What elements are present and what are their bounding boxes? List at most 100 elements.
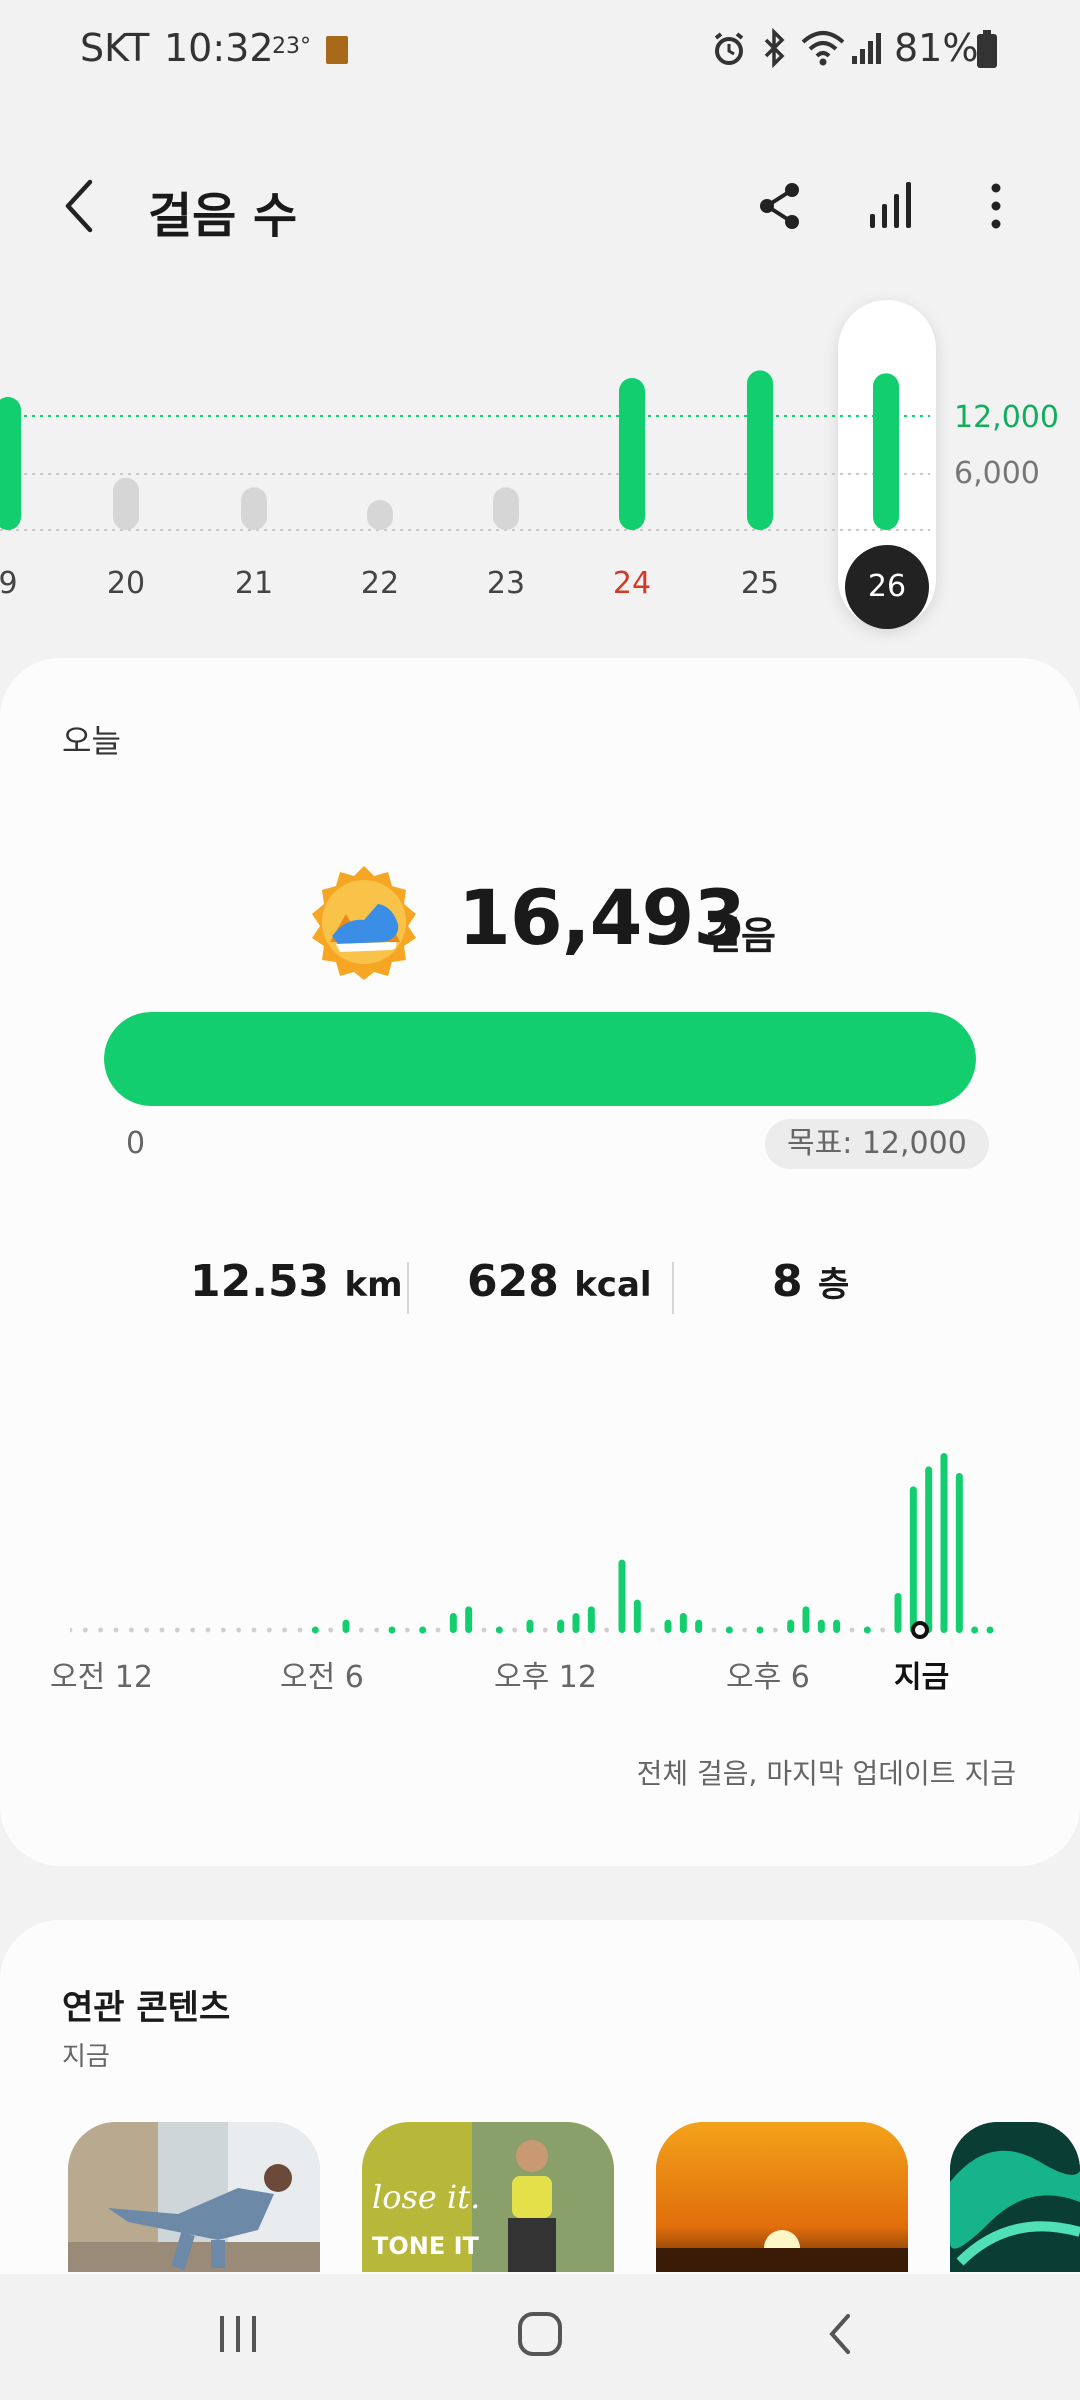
steps-progress-bar	[104, 1012, 976, 1106]
hourly-steps-chart	[70, 1453, 994, 1639]
last-updated-text: 전체 걸음, 마지막 업데이트 지금	[636, 1757, 1016, 1790]
day-label[interactable]: 23	[466, 566, 546, 601]
hour-empty-dot	[251, 1627, 257, 1633]
hour-steps-dot	[756, 1626, 764, 1634]
hour-steps-dot	[311, 1626, 319, 1634]
hour-steps-bar	[587, 1606, 595, 1633]
sunset-image	[656, 2122, 908, 2272]
hour-steps-dot	[725, 1626, 733, 1634]
temperature: 23°	[272, 34, 311, 59]
thumb-caption: lose it.	[372, 2178, 481, 2216]
distance-value: 12.53	[190, 1256, 330, 1307]
hour-empty-dot	[282, 1627, 288, 1633]
hour-steps-dot	[863, 1626, 871, 1634]
today-steps-unit: 걸음	[706, 914, 776, 958]
day-label-weekend[interactable]: 24	[592, 566, 672, 601]
hour-steps-bar	[802, 1606, 810, 1633]
hour-empty-dot	[481, 1627, 487, 1633]
hour-empty-dot	[266, 1627, 272, 1633]
floors-value: 8	[772, 1256, 803, 1307]
content-thumbnail[interactable]	[68, 2122, 320, 2272]
hour-empty-dot	[297, 1627, 303, 1633]
day-steps-bar[interactable]	[619, 378, 645, 530]
day-label[interactable]: 25	[720, 566, 800, 601]
hour-empty-dot	[190, 1627, 196, 1633]
day-label[interactable]: 9	[0, 566, 48, 601]
hour-steps-bar	[817, 1619, 825, 1633]
back-icon[interactable]	[60, 176, 100, 236]
related-content-time: 지금	[62, 2042, 110, 2072]
carrier: SKT	[80, 26, 150, 70]
content-thumbnail[interactable]: lose it. TONE IT	[362, 2122, 614, 2272]
hour-empty-dot	[70, 1627, 73, 1633]
hour-empty-dot	[880, 1627, 886, 1633]
floors-stat: 8 층	[772, 1256, 849, 1307]
trends-icon[interactable]	[868, 180, 916, 232]
hour-steps-bar	[925, 1466, 933, 1633]
content-thumbnail[interactable]	[656, 2122, 908, 2272]
hour-label: 오후 6	[726, 1660, 810, 1695]
day-steps-bar[interactable]	[873, 373, 899, 530]
hour-steps-dot	[986, 1626, 994, 1634]
hour-steps-bar	[342, 1619, 350, 1633]
day-steps-bar[interactable]	[367, 500, 393, 530]
battery-percent: 81%	[894, 26, 979, 70]
hour-empty-dot	[650, 1627, 656, 1633]
now-label: 지금	[894, 1660, 950, 1695]
day-steps-bar[interactable]	[747, 370, 773, 530]
hour-steps-bar	[955, 1473, 963, 1633]
hour-empty-dot	[849, 1627, 855, 1633]
day-label[interactable]: 22	[340, 566, 420, 601]
day-steps-bar[interactable]	[113, 477, 139, 530]
status-bar: SKT 10:32 23° 81%	[0, 0, 1080, 100]
home-icon[interactable]	[516, 2310, 564, 2358]
now-marker	[911, 1621, 929, 1639]
thumb-caption-2: TONE IT	[372, 2232, 479, 2260]
alarm-icon	[714, 32, 744, 65]
related-content-title: 연관 콘텐츠	[62, 1988, 231, 2028]
hour-empty-dot	[236, 1627, 242, 1633]
day-label[interactable]: 21	[214, 566, 294, 601]
distance-unit: km	[344, 1265, 403, 1305]
hour-steps-dot	[971, 1626, 979, 1634]
hour-steps-bar	[618, 1559, 626, 1633]
goal-line-label: 12,000	[954, 400, 1059, 435]
wifi-icon	[801, 31, 845, 66]
hour-empty-dot	[404, 1627, 410, 1633]
hour-empty-dot	[128, 1627, 134, 1633]
hour-empty-dot	[205, 1627, 211, 1633]
day-steps-bar[interactable]	[0, 397, 21, 530]
hour-empty-dot	[174, 1627, 180, 1633]
day-steps-bar[interactable]	[241, 487, 267, 530]
hour-empty-dot	[542, 1627, 548, 1633]
hour-steps-bar	[679, 1613, 687, 1633]
hour-empty-dot	[220, 1627, 226, 1633]
calories-unit: kcal	[574, 1265, 652, 1305]
weather-icon	[326, 36, 348, 64]
hour-steps-bar	[633, 1599, 641, 1633]
hour-steps-bar	[465, 1606, 473, 1633]
hour-empty-dot	[82, 1627, 88, 1633]
hour-steps-dot	[388, 1626, 396, 1634]
selected-day-badge[interactable]: 26	[845, 545, 929, 629]
hour-steps-dot	[495, 1626, 503, 1634]
stat-divider	[407, 1262, 409, 1314]
hour-steps-bar	[787, 1619, 795, 1633]
calories-value: 628	[467, 1256, 559, 1307]
hour-label: 오전 6	[280, 1660, 364, 1695]
day-label[interactable]: 20	[86, 566, 166, 601]
hour-empty-dot	[374, 1627, 380, 1633]
day-steps-bar[interactable]	[493, 487, 519, 530]
share-icon[interactable]	[756, 180, 804, 232]
signal-icon	[852, 33, 881, 64]
back-nav-icon[interactable]	[824, 2312, 856, 2356]
hour-steps-bar	[664, 1619, 672, 1633]
distance-stat: 12.53 km	[190, 1256, 403, 1307]
hour-empty-dot	[772, 1627, 778, 1633]
bluetooth-icon	[764, 28, 785, 68]
content-thumbnail[interactable]	[950, 2122, 1080, 2272]
goal-chip[interactable]: 목표: 12,000	[765, 1119, 989, 1169]
more-icon[interactable]	[984, 180, 1008, 232]
recent-apps-icon[interactable]	[216, 2312, 260, 2356]
hour-steps-bar	[449, 1613, 457, 1633]
